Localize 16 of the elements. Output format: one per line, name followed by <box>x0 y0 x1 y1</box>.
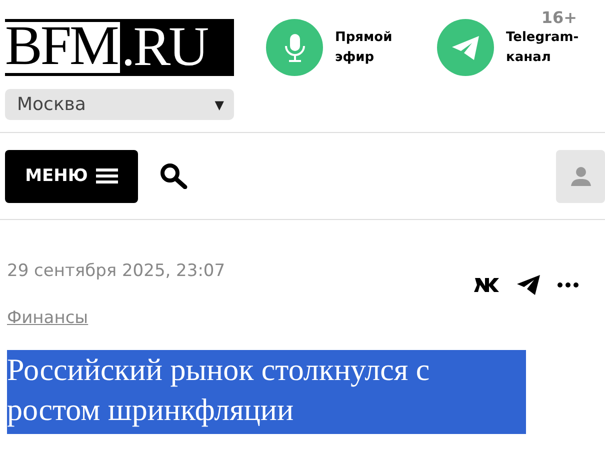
hamburger-icon <box>96 168 118 184</box>
microphone-icon <box>284 32 306 62</box>
article-title: Российский рынок столкнулся с ростом шринкфляции <box>7 350 526 434</box>
paper-plane-icon[interactable] <box>516 274 541 296</box>
age-rating: 16+ <box>541 8 577 27</box>
menu-button[interactable]: МЕНЮ <box>5 150 138 202</box>
article-date: 29 сентября 2025, 23:07 <box>7 261 226 281</box>
user-icon <box>570 165 592 187</box>
header-link[interactable]: Прямой эфир <box>266 19 415 76</box>
search-icon[interactable] <box>160 163 188 189</box>
paper-plane-icon <box>450 34 480 60</box>
city-select[interactable]: Москва ▼ <box>5 89 234 120</box>
more-icon[interactable] <box>557 282 579 288</box>
site-logo[interactable]: BFM.RU <box>5 19 234 76</box>
vk-icon[interactable] <box>474 277 500 293</box>
category-link[interactable]: Финансы <box>7 308 88 328</box>
